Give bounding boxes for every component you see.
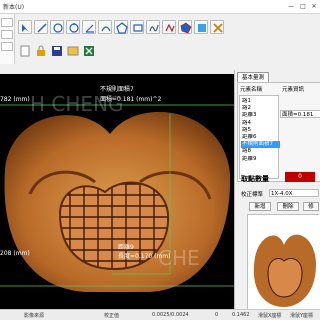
line-tool-button[interactable] xyxy=(34,20,48,34)
pointer-icon xyxy=(22,24,29,32)
list-item[interactable]: 距離6 xyxy=(241,134,280,141)
list-item[interactable]: 路1 xyxy=(241,98,280,105)
rectangle-icon xyxy=(133,24,143,32)
maximize-button[interactable]: □ xyxy=(298,2,308,11)
annotation-area-name: 不規則面積7 xyxy=(100,86,134,93)
preview-thumbnail xyxy=(247,214,320,310)
calib-select[interactable]: 1X-4.0X xyxy=(269,189,319,197)
image-button[interactable] xyxy=(66,44,80,58)
irregular-area-icon xyxy=(180,22,192,34)
circle-icon xyxy=(53,23,63,33)
annotation-distance-name: 距離9 xyxy=(118,244,134,251)
image-icon xyxy=(67,46,79,56)
delete-shape-button[interactable] xyxy=(210,20,224,34)
drawing-toolbar xyxy=(0,20,250,38)
minimize-button[interactable]: — xyxy=(286,2,296,11)
list-item[interactable]: 路2 xyxy=(241,105,280,112)
status-value-coord: 0.1462 xyxy=(232,312,250,318)
annotation-area-value: 面積=0.181 (mm)^2 xyxy=(100,96,162,103)
element-list-group: 元素名稱 元素資訊 路1 路2 距離3 路4 路5 距離6 不規則面積7 路8 … xyxy=(237,82,320,182)
measurement-panel: 基本量測 元素名稱 元素資訊 路1 路2 距離3 路4 路5 距離6 不規則面積… xyxy=(234,70,320,310)
polygon-icon xyxy=(116,22,128,34)
col-info-header: 元素資訊 xyxy=(282,87,305,93)
window-title: 新本(U) xyxy=(3,4,25,11)
polygon-tool-button[interactable] xyxy=(114,20,128,34)
list-item[interactable]: 距離9 xyxy=(241,156,280,163)
count-value: 0 xyxy=(285,172,315,182)
distance-tool-button[interactable] xyxy=(162,20,176,34)
annotation-distance-value: 長度=0.170 (mm) xyxy=(118,253,171,260)
save-button[interactable] xyxy=(50,44,64,58)
save-icon xyxy=(52,46,62,56)
distance-icon xyxy=(165,23,175,33)
delete-x-icon xyxy=(213,23,223,33)
arc-tool-button[interactable] xyxy=(98,20,112,34)
annotation-dimension-top: 782 (mm) xyxy=(0,96,30,103)
annotation-dimension-bottom: 208 (mm) xyxy=(0,250,30,257)
angle-tool-button[interactable] xyxy=(82,20,96,34)
status-calib-value: 0.0025/0.0024 xyxy=(152,312,189,318)
lock-icon xyxy=(37,45,45,56)
fill-tool-button[interactable] xyxy=(194,20,208,34)
edit-button[interactable]: 修 xyxy=(303,202,319,211)
status-source: 影像來源 xyxy=(24,313,45,319)
status-mouse-y: 滑鼠Y座標 xyxy=(290,313,314,319)
rect-tool-button[interactable] xyxy=(130,20,144,34)
col-name-header: 元素名稱 xyxy=(240,87,263,93)
list-item-selected[interactable]: 不規則面積7 xyxy=(241,141,280,149)
add-button[interactable]: 新增 xyxy=(249,202,271,211)
page-tool-button[interactable] xyxy=(18,44,32,58)
arc-icon xyxy=(101,26,111,32)
pointer-tool-button[interactable] xyxy=(18,20,32,34)
lock-button[interactable] xyxy=(34,44,48,58)
freehand-icon xyxy=(149,24,159,32)
list-item[interactable]: 路8 xyxy=(241,148,280,155)
image-viewer[interactable]: H CHENG CHE 782 (mm) 不規則面積7 面積=0.181 (mm… xyxy=(0,74,234,309)
status-value-zero: 0 xyxy=(215,312,219,318)
circle3pt-tool-button[interactable] xyxy=(66,20,80,34)
line-icon xyxy=(37,23,47,33)
close-button[interactable]: ✕ xyxy=(309,2,319,11)
status-mouse-x: 滑鼠X座標 xyxy=(258,313,282,319)
title-bar: 新本(U) — □ ✕ xyxy=(0,0,320,14)
file-toolbar xyxy=(0,44,250,62)
fill-icon xyxy=(198,24,206,32)
status-calib-label: 校正值 xyxy=(104,313,120,319)
circle-three-point-icon xyxy=(69,23,79,33)
area-tool-button[interactable] xyxy=(178,20,192,34)
page-icon xyxy=(20,45,30,57)
excel-export-button[interactable] xyxy=(82,44,96,58)
element-list[interactable]: 路1 路2 距離3 路4 路5 距離6 不規則面積7 路8 距離9 xyxy=(239,95,280,179)
list-item[interactable]: 路4 xyxy=(241,120,280,127)
count-label: 取點數量 xyxy=(241,175,269,183)
list-item[interactable]: 距離3 xyxy=(241,112,280,119)
calib-label: 校正標準 xyxy=(241,192,264,198)
delete-button[interactable]: 刪除 xyxy=(277,202,299,211)
status-bar: 影像來源 校正值 0.0025/0.0024 0 0.1462 滑鼠X座標 滑鼠… xyxy=(0,309,320,320)
excel-icon xyxy=(84,46,94,56)
list-item[interactable]: 路5 xyxy=(241,127,280,134)
angle-icon xyxy=(85,24,94,33)
tab-basic-measure[interactable]: 基本量測 xyxy=(237,72,270,82)
thumbnail-image xyxy=(248,215,320,310)
element-info-field[interactable]: 面積=0.181 xyxy=(280,110,320,118)
circle-tool-button[interactable] xyxy=(50,20,64,34)
freehand-tool-button[interactable] xyxy=(146,20,160,34)
